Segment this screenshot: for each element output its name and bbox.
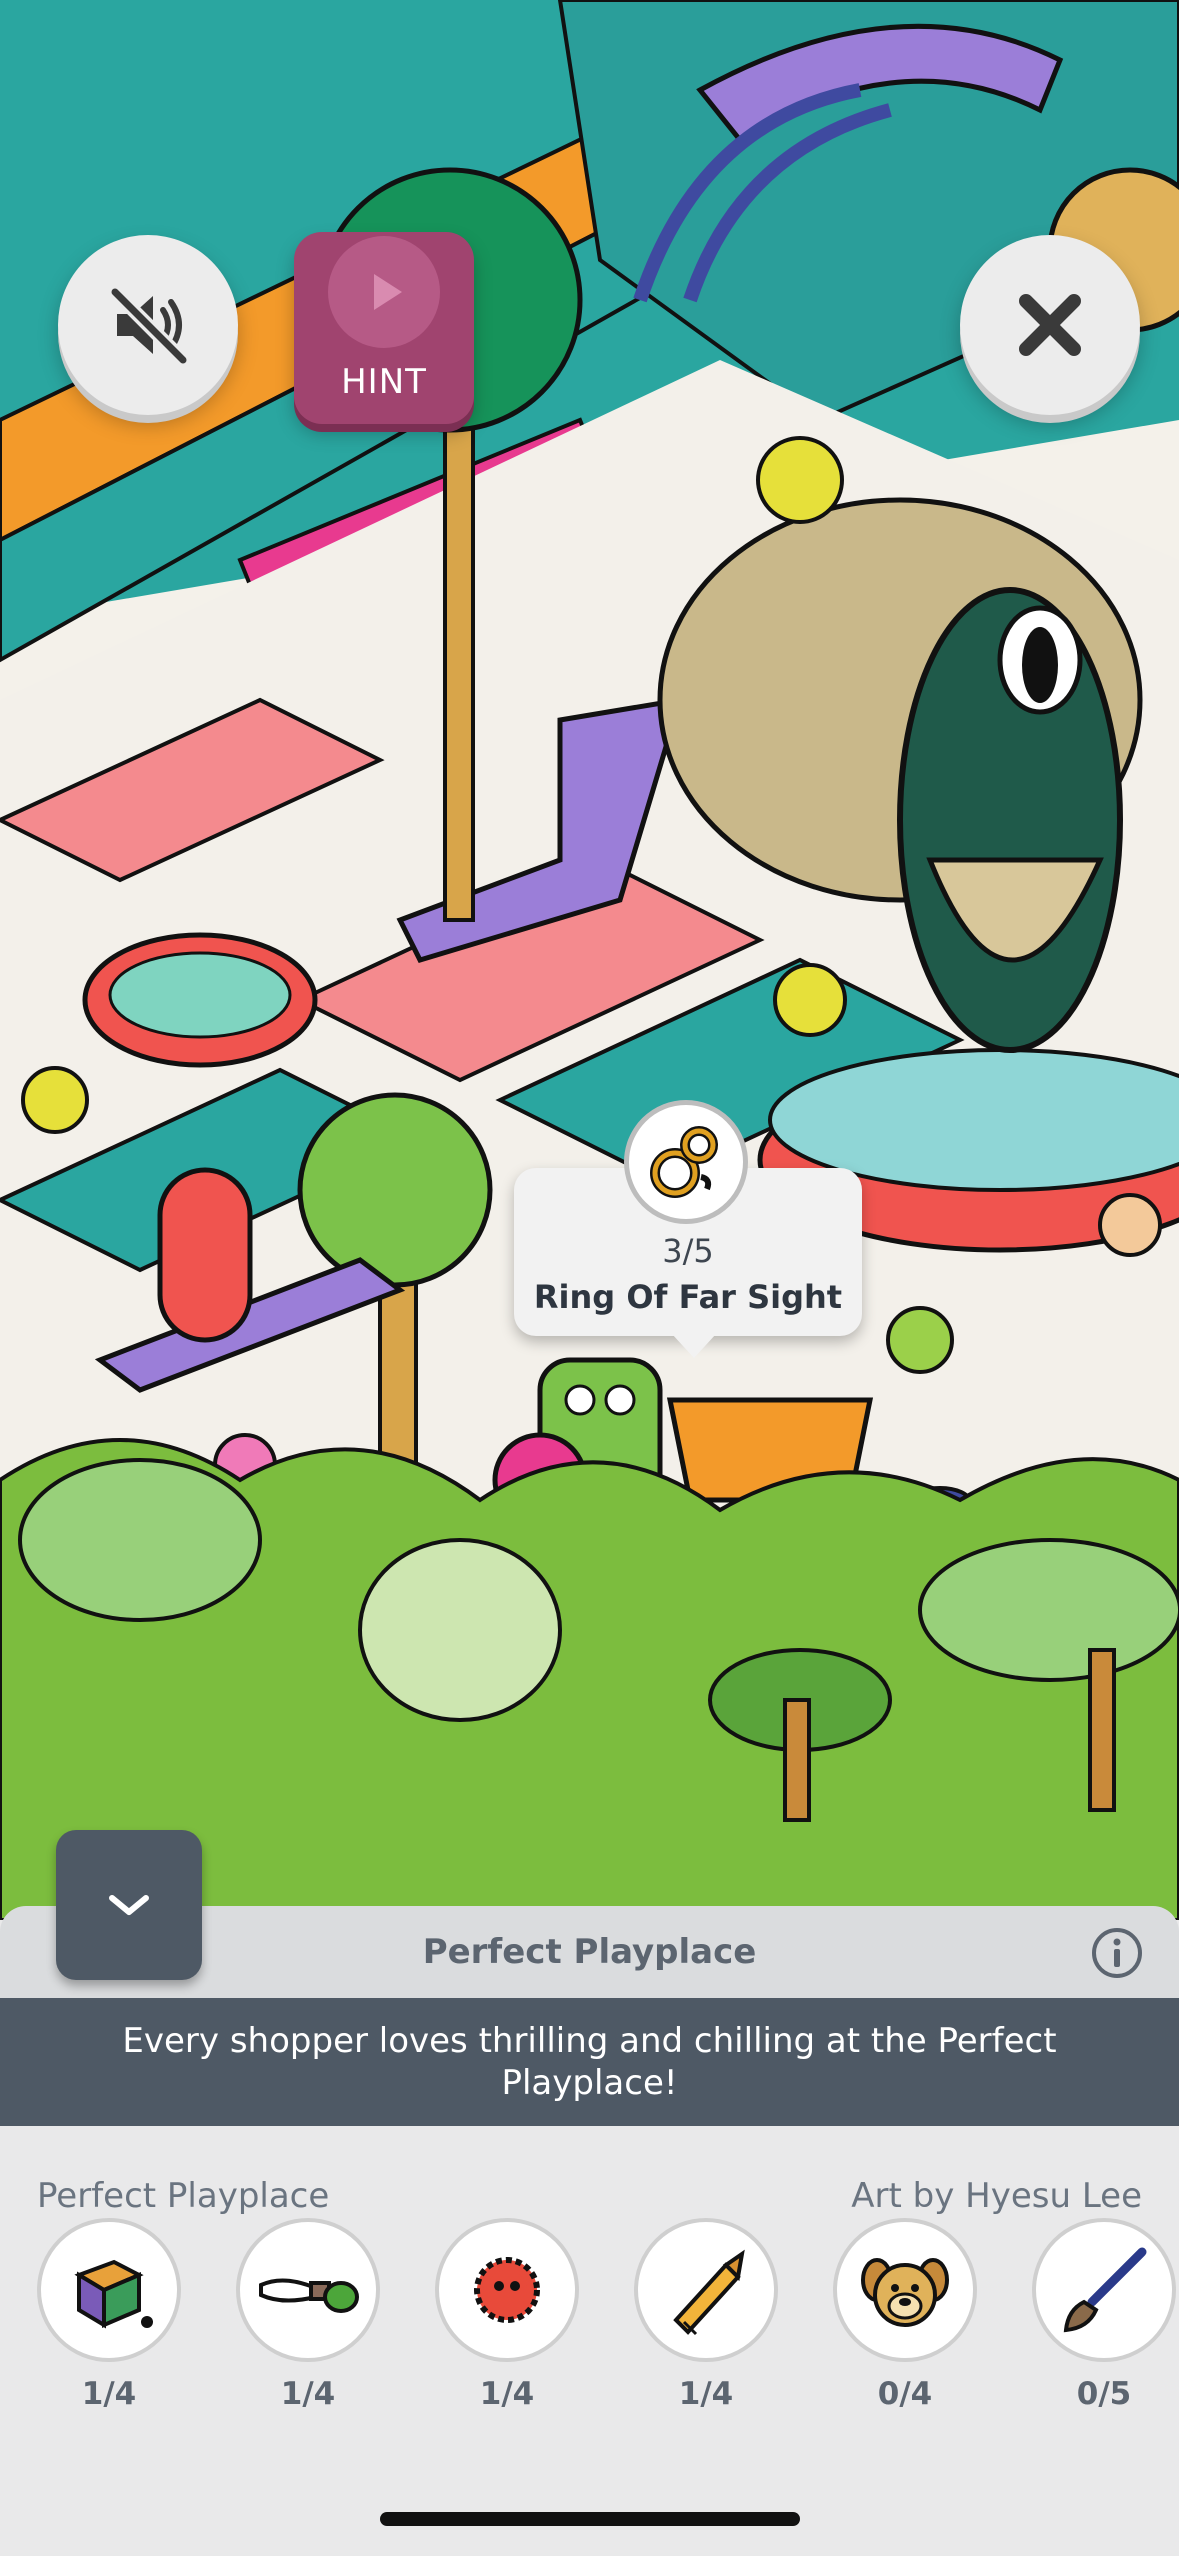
scene-description: Every shopper loves thrilling and chilli…	[122, 2021, 1057, 2103]
collapse-sheet-button[interactable]	[56, 1830, 202, 1980]
play-icon	[328, 236, 440, 348]
objective-item-crayon[interactable]: 1/4	[634, 2218, 778, 2418]
objective-item-toy-block[interactable]: 1/4	[37, 2218, 181, 2418]
info-button[interactable]	[1090, 1926, 1144, 1980]
objective-count: 1/4	[280, 2376, 336, 2412]
toy-block-icon	[37, 2218, 181, 2362]
sheet-body: Perfect Playplace Art by Hyesu Lee 1/4 1…	[0, 2126, 1179, 2556]
paintbrush-icon	[236, 2218, 380, 2362]
mute-button[interactable]	[58, 235, 238, 415]
scene-description-banner: Every shopper loves thrilling and chilli…	[0, 1998, 1179, 2126]
artist-credit: Art by Hyesu Lee	[851, 2176, 1142, 2216]
brush-icon	[1032, 2218, 1176, 2362]
objectives-sheet: Perfect Playplace Every shopper loves th…	[0, 1906, 1179, 2556]
chevron-down-icon	[109, 1895, 149, 1915]
objective-count: 1/4	[479, 2376, 535, 2412]
objective-count: 0/4	[877, 2376, 933, 2412]
info-icon	[1092, 1928, 1142, 1978]
found-item-name: Ring Of Far Sight	[533, 1278, 843, 1316]
hint-button[interactable]: HINT	[294, 232, 474, 424]
objective-item-brush[interactable]: 0/5	[1032, 2218, 1176, 2418]
close-button[interactable]	[960, 235, 1140, 415]
objective-count: 1/4	[678, 2376, 734, 2412]
fuzzy-creature-icon	[435, 2218, 579, 2362]
objective-item-paintbrush[interactable]: 1/4	[236, 2218, 380, 2418]
crayon-icon	[634, 2218, 778, 2362]
objective-item-dog-face[interactable]: 0/4	[833, 2218, 977, 2418]
close-icon	[1019, 294, 1081, 356]
objective-count: 1/4	[81, 2376, 137, 2412]
home-indicator	[380, 2512, 800, 2526]
dog-face-icon	[833, 2218, 977, 2362]
objective-item-fuzzy-creature[interactable]: 1/4	[435, 2218, 579, 2418]
hint-label: HINT	[341, 362, 427, 402]
objective-count: 0/5	[1076, 2376, 1132, 2412]
found-count: 3/5	[662, 1232, 714, 1270]
speaker-muted-icon	[108, 285, 190, 367]
ring-icon	[624, 1100, 748, 1224]
scene-name: Perfect Playplace	[37, 2176, 330, 2216]
